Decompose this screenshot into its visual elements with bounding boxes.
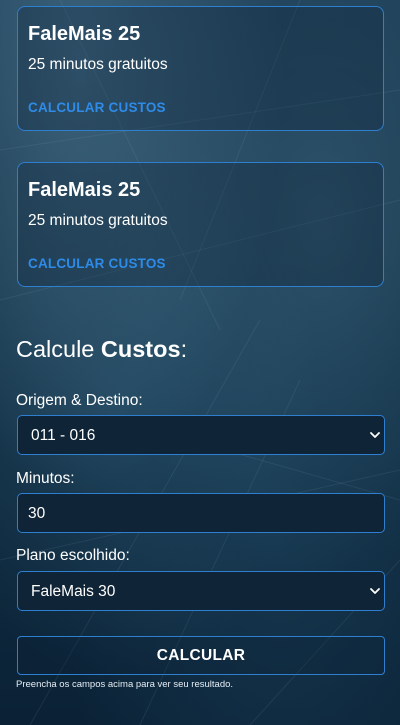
plan-label: Plano escolhido: [16, 547, 130, 564]
origin-destination-value: 011 - 016 [31, 427, 96, 444]
plan-card: FaleMais 25 25 minutos gratuitos CALCULA… [17, 6, 384, 131]
chevron-down-icon [370, 588, 380, 594]
calcular-custos-link[interactable]: CALCULAR CUSTOS [28, 100, 166, 116]
plan-select[interactable]: FaleMais 30 [17, 571, 385, 611]
origin-destination-select[interactable]: 011 - 016 [17, 415, 385, 455]
calculator-heading-suffix: : [180, 336, 188, 362]
calculator-heading: Calcule Custos: [16, 334, 187, 364]
plan-value: FaleMais 30 [31, 583, 116, 600]
calcular-custos-link[interactable]: CALCULAR CUSTOS [28, 256, 166, 272]
calculator-heading-prefix: Calcule [16, 336, 101, 362]
plan-card-title: FaleMais 25 [28, 23, 141, 45]
minutes-value: 30 [28, 505, 46, 522]
plan-card-title: FaleMais 25 [28, 179, 141, 201]
plan-card-subtitle: 25 minutos gratuitos [28, 212, 168, 229]
form-hint: Preencha os campos acima para ver seu re… [16, 679, 234, 690]
calculate-button-label: CALCULAR [156, 647, 246, 664]
minutes-label: Minutos: [16, 470, 75, 487]
plan-card: FaleMais 25 25 minutos gratuitos CALCULA… [17, 162, 384, 287]
chevron-down-icon [370, 432, 380, 438]
calculator-heading-bold: Custos [100, 336, 181, 362]
calculate-button[interactable]: CALCULAR [17, 636, 385, 675]
origin-destination-label: Origem & Destino: [16, 392, 143, 409]
minutes-input[interactable]: 30 [17, 493, 385, 533]
plan-card-subtitle: 25 minutos gratuitos [28, 56, 168, 73]
